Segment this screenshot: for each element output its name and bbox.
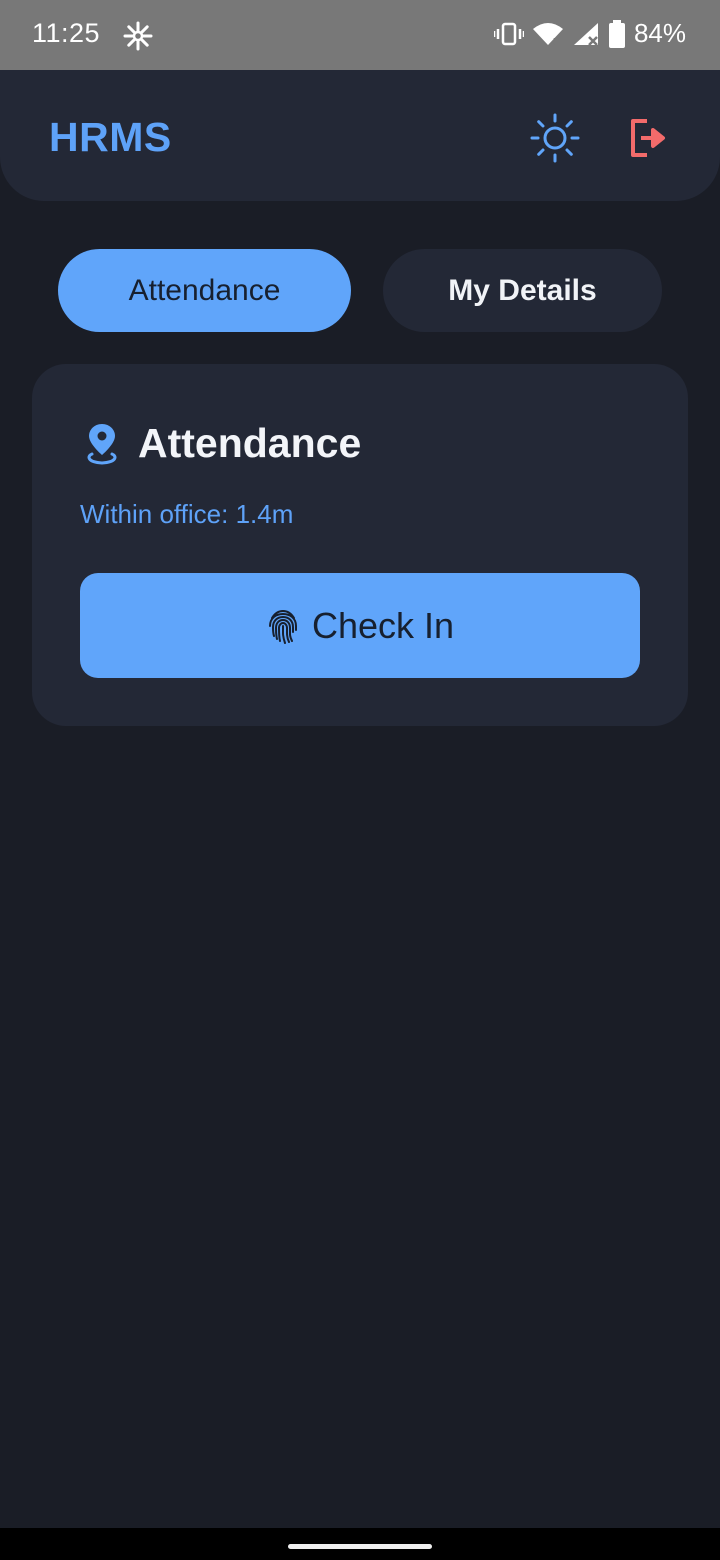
wifi-icon: 5: [532, 22, 563, 47]
snowflake-icon: [123, 21, 153, 51]
signal-icon: [573, 22, 598, 46]
app-title: HRMS: [49, 114, 172, 160]
battery-icon: [608, 19, 625, 48]
svg-text:5: 5: [553, 37, 559, 47]
home-gesture-handle[interactable]: [288, 1544, 432, 1549]
check-in-label: Check In: [311, 604, 455, 646]
app-screen: 11:25 5 84% HRMS Attendance My Details A…: [0, 0, 720, 1560]
status-bar: 11:25 5 84%: [0, 0, 720, 70]
tab-my-details[interactable]: My Details: [383, 249, 662, 332]
attendance-card: Attendance Within office: 1.4m Check In: [32, 364, 688, 726]
vibrate-icon: [493, 22, 524, 45]
check-in-button[interactable]: Check In: [80, 573, 640, 678]
logout-button[interactable]: [620, 110, 676, 166]
card-header: Attendance: [84, 420, 361, 467]
status-time: 11:25: [32, 18, 101, 48]
location-status-text: Within office: 1.4m: [80, 499, 294, 529]
app-bar: HRMS: [0, 70, 720, 201]
sun-icon: [530, 113, 580, 163]
fingerprint-icon: [268, 609, 297, 644]
tab-my-details-label: My Details: [448, 273, 597, 307]
navigation-bar: [0, 1528, 720, 1560]
location-pin-icon: [87, 423, 117, 465]
card-title: Attendance: [138, 420, 362, 466]
status-icons: 5 84%: [493, 18, 686, 49]
theme-toggle-button[interactable]: [527, 110, 583, 166]
tab-attendance-label: Attendance: [128, 273, 281, 307]
battery-percentage: 84%: [633, 18, 686, 48]
tab-attendance[interactable]: Attendance: [58, 249, 351, 332]
logout-icon: [631, 119, 665, 157]
